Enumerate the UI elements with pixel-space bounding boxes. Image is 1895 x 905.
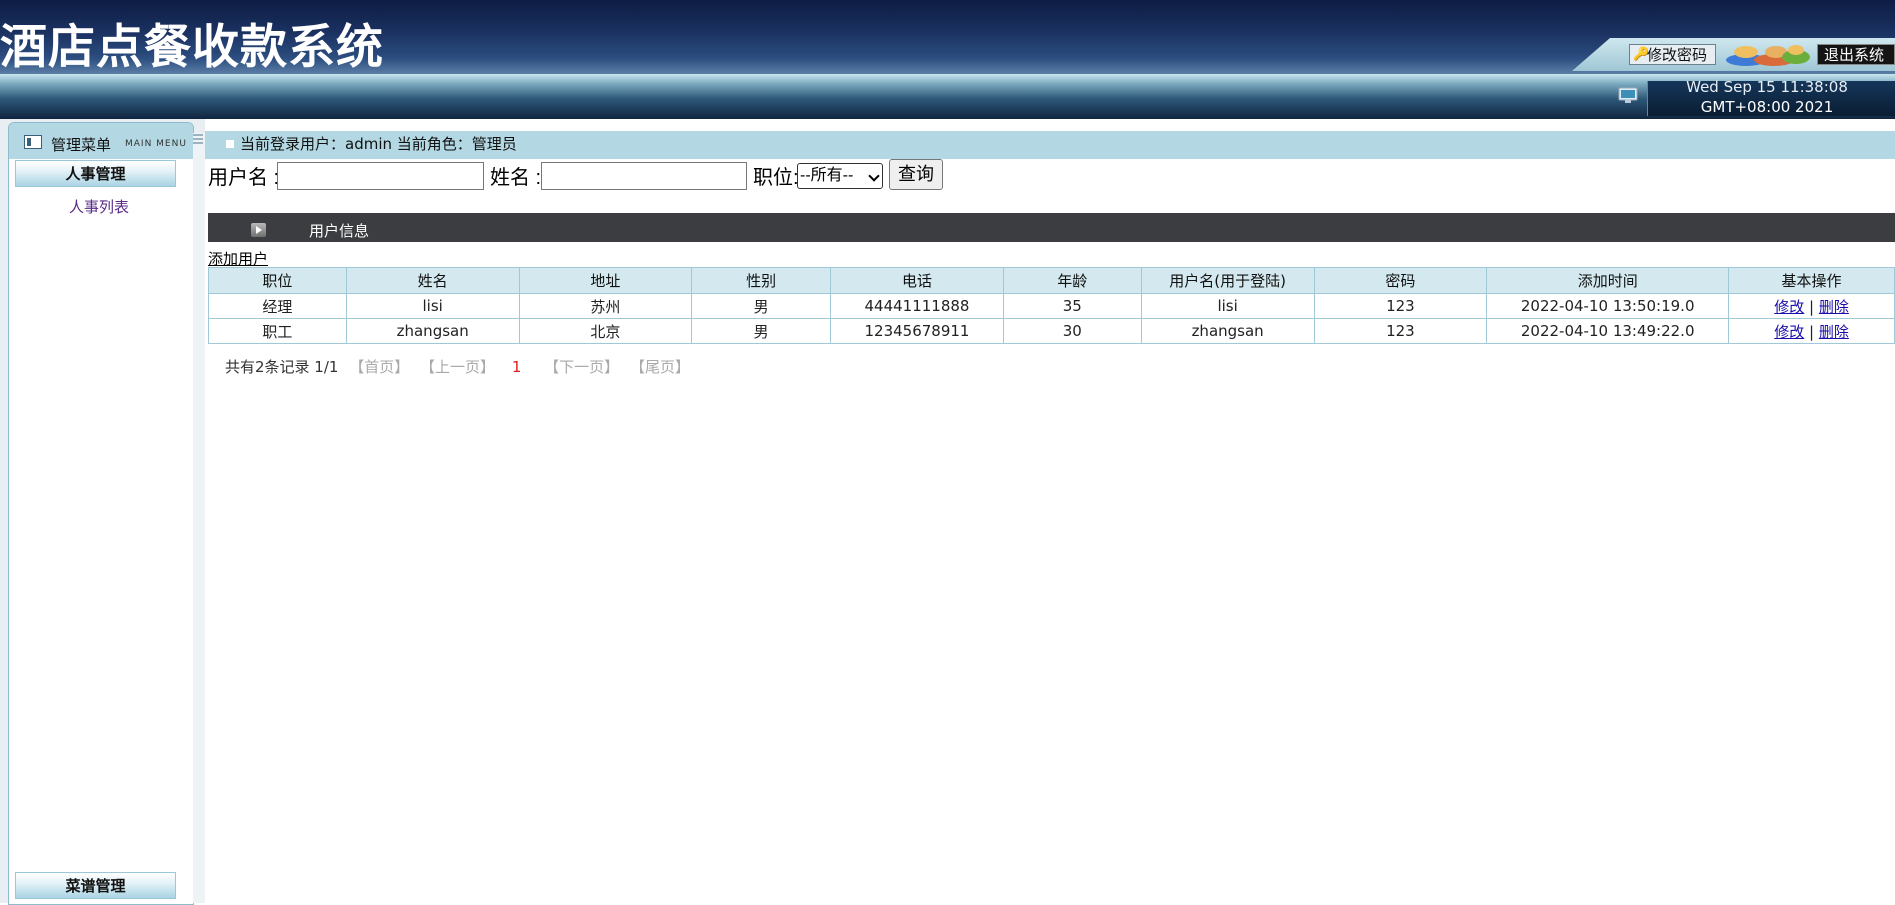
- sidebar-subtitle: MAIN MENU: [125, 139, 187, 149]
- grip-icon[interactable]: [193, 134, 203, 148]
- cell-password: 123: [1313, 318, 1488, 344]
- cell-phone: 12345678911: [830, 318, 1004, 344]
- clock-date: Wed Sep 15 11:38:08: [1686, 78, 1848, 96]
- section-header: [208, 213, 1895, 242]
- pagination-first[interactable]: 【首页】: [349, 358, 409, 376]
- position-select[interactable]: --所有--: [797, 163, 883, 189]
- app-title: 酒店点餐收款系统: [0, 20, 384, 75]
- sidebar-title: 管理菜单: [51, 136, 112, 154]
- cell-age: 30: [1002, 318, 1142, 344]
- sidebar-header: 管理菜单 MAIN MENU: [9, 123, 193, 159]
- action-separator: |: [1809, 322, 1815, 341]
- sidebar: 管理菜单 MAIN MENU: [8, 122, 194, 905]
- add-user-link[interactable]: 添加用户: [208, 248, 268, 269]
- position-select-value: --所有--: [800, 167, 854, 184]
- cell-gender: 男: [691, 293, 832, 319]
- cell-password: 123: [1313, 293, 1488, 319]
- pagination-next[interactable]: 【下一页】: [544, 358, 619, 376]
- users-table: 职位 姓名 地址 性别 电话 年龄 用户名(用于登陆) 密码 添加时间 基本操作…: [208, 267, 1895, 344]
- edit-link[interactable]: 修改: [1774, 298, 1804, 316]
- monitor-icon: [1618, 87, 1638, 103]
- key-icon: 🔑: [1633, 47, 1650, 62]
- logout-button[interactable]: 退出系统: [1817, 44, 1895, 65]
- column-header: 基本操作: [1728, 267, 1895, 294]
- cell-added-time: 2022-04-10 13:49:22.0: [1486, 318, 1730, 344]
- change-password-button[interactable]: 🔑 修改密码: [1629, 44, 1716, 65]
- action-separator: |: [1809, 297, 1815, 316]
- pagination: 共有2条记录 1/1 【首页】 【上一页】 1 【下一页】 【尾页】: [225, 356, 690, 377]
- name-input[interactable]: [541, 162, 747, 190]
- play-icon: [251, 223, 266, 237]
- sidebar-category-menu[interactable]: 菜谱管理: [15, 872, 176, 899]
- column-header: 电话: [830, 267, 1004, 294]
- delete-link[interactable]: 删除: [1819, 298, 1849, 316]
- column-header: 密码: [1313, 267, 1488, 294]
- cell-gender: 男: [691, 318, 832, 344]
- column-header: 姓名: [345, 267, 520, 294]
- name-label: 姓名 :: [490, 167, 542, 189]
- cell-actions: 修改 | 删除: [1728, 318, 1895, 344]
- column-header: 添加时间: [1486, 267, 1730, 294]
- table-row: 经理 lisi 苏州 男 44441111888 35 lisi 123 202…: [208, 293, 1895, 319]
- pagination-last[interactable]: 【尾页】: [630, 358, 690, 376]
- pagination-prev[interactable]: 【上一页】: [420, 358, 495, 376]
- sidebar-splitter[interactable]: [193, 133, 205, 903]
- delete-link[interactable]: 删除: [1819, 323, 1849, 341]
- cell-name: lisi: [345, 293, 520, 319]
- column-header: 用户名(用于登陆): [1140, 267, 1315, 294]
- login-info: 当前登录用户：admin 当前角色：管理员: [240, 135, 517, 153]
- table-header-row: 职位 姓名 地址 性别 电话 年龄 用户名(用于登陆) 密码 添加时间 基本操作: [208, 267, 1895, 294]
- username-input[interactable]: [277, 162, 484, 190]
- cell-added-time: 2022-04-10 13:50:19.0: [1486, 293, 1730, 319]
- table-row: 职工 zhangsan 北京 男 12345678911 30 zhangsan…: [208, 318, 1895, 344]
- cell-phone: 44441111888: [830, 293, 1004, 319]
- username-label: 用户名 :: [208, 167, 280, 189]
- change-password-label: 修改密码: [1647, 46, 1708, 64]
- column-header: 年龄: [1002, 267, 1142, 294]
- cell-address: 北京: [518, 318, 693, 344]
- column-header: 地址: [518, 267, 693, 294]
- search-button[interactable]: 查询: [889, 159, 943, 190]
- sidebar-item-staff-list[interactable]: 人事列表: [69, 196, 129, 217]
- clock-timezone-year: GMT+08:00 2021: [1700, 98, 1834, 116]
- menu-icon: [24, 135, 42, 149]
- pagination-summary: 共有2条记录 1/1: [225, 358, 339, 376]
- status-bar: [0, 74, 1895, 119]
- chevron-down-icon: [868, 170, 880, 182]
- edit-link[interactable]: 修改: [1774, 323, 1804, 341]
- column-header: 性别: [691, 267, 832, 294]
- pagination-current[interactable]: 1: [512, 358, 522, 376]
- column-header: 职位: [208, 267, 347, 294]
- cell-position: 职工: [208, 318, 347, 344]
- position-label: 职位:: [753, 167, 799, 189]
- users-icon: [1726, 45, 1810, 66]
- cell-actions: 修改 | 删除: [1728, 293, 1895, 319]
- bullet-icon: [226, 140, 234, 148]
- cell-name: zhangsan: [345, 318, 520, 344]
- section-title: 用户信息: [309, 222, 370, 240]
- cell-username: lisi: [1140, 293, 1315, 319]
- cell-age: 35: [1002, 293, 1142, 319]
- cell-username: zhangsan: [1140, 318, 1315, 344]
- cell-position: 经理: [208, 293, 347, 319]
- sidebar-category-hr[interactable]: 人事管理: [15, 160, 176, 187]
- cell-address: 苏州: [518, 293, 693, 319]
